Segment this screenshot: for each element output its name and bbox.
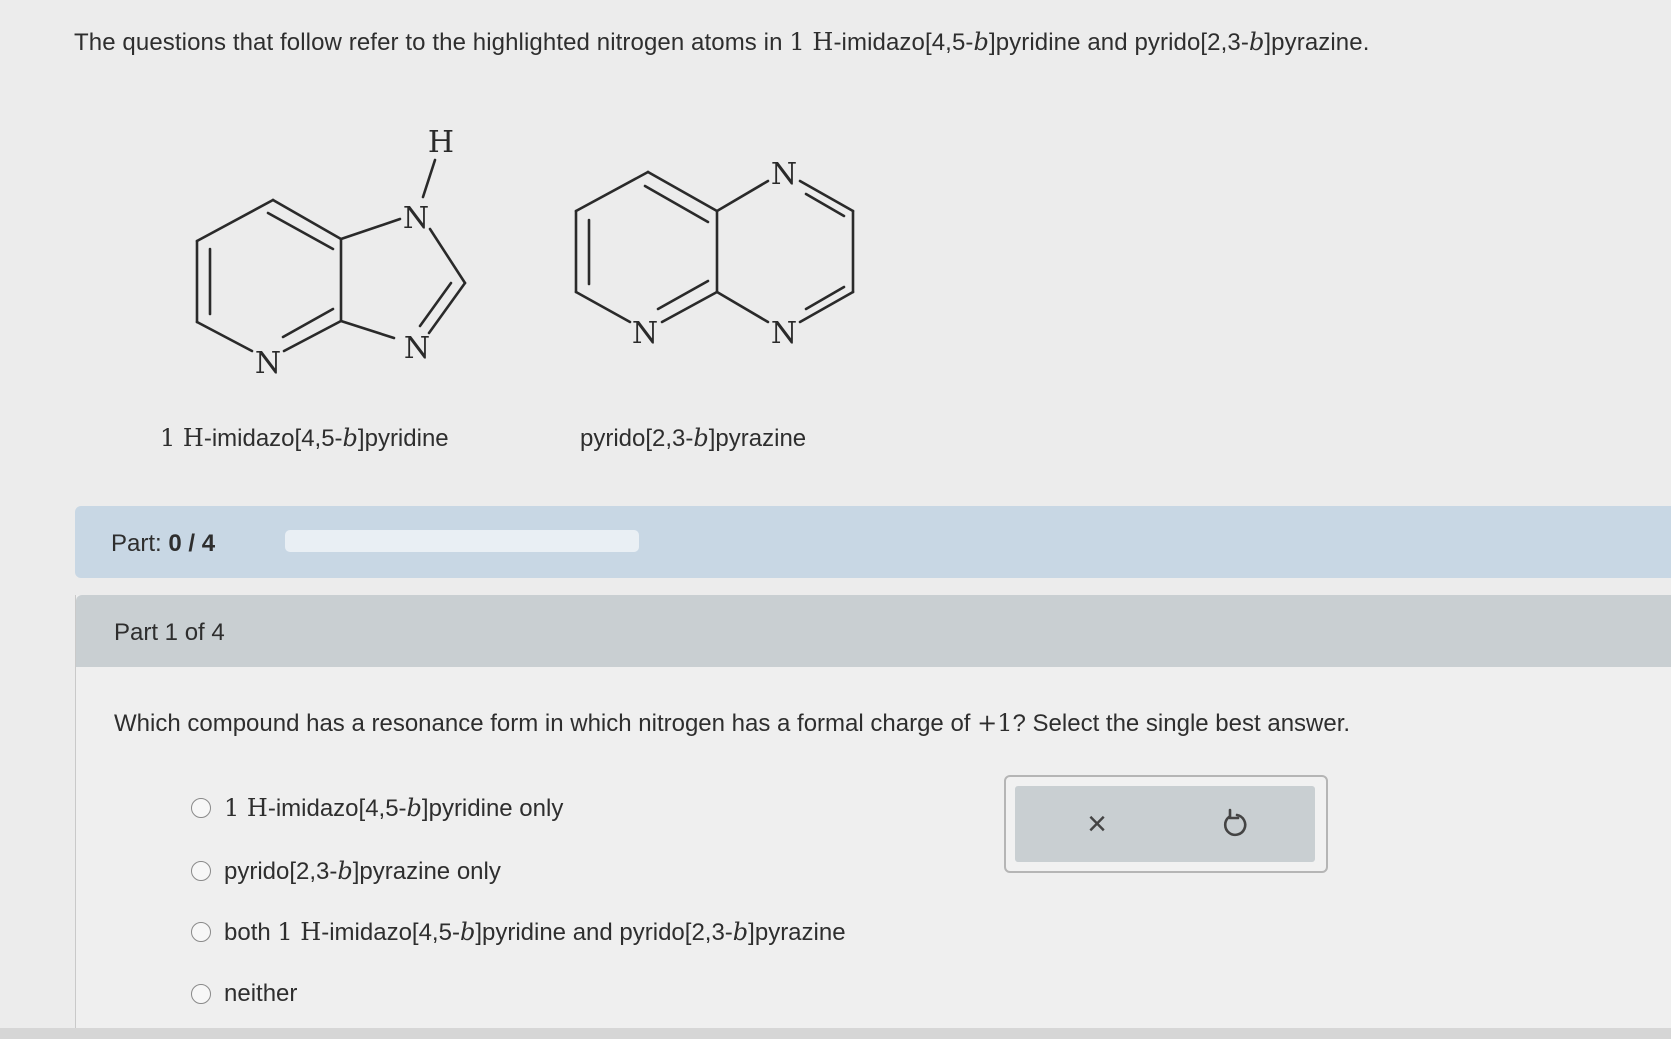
clear-button[interactable]: ×	[1077, 804, 1117, 844]
option-b: b	[459, 917, 476, 946]
bond	[281, 307, 335, 339]
name-mid: -imidazo[4,5-	[203, 425, 343, 452]
option-part: 1 H	[277, 917, 322, 946]
name-end: ]pyrazine	[708, 425, 807, 452]
molecule-name-pyridopyrazine: pyrido[2,3-b]pyrazine	[580, 424, 806, 453]
bond	[646, 170, 719, 213]
option-b: b	[732, 917, 749, 946]
atom-label-n1: N	[632, 316, 658, 351]
undo-icon	[1223, 808, 1247, 837]
part-header-label: Part 1 of 4	[114, 619, 225, 646]
option-pyridopyrazine-only[interactable]: pyrido[2,3-b]pyrazine only	[191, 853, 501, 889]
bond	[195, 198, 275, 243]
option-b: b	[406, 793, 422, 822]
bond	[339, 217, 402, 241]
option-part: ]pyrazine only	[352, 857, 501, 885]
name-prefix: 1 H	[160, 424, 204, 452]
option-part: ]pyrazine	[748, 918, 846, 946]
radio-button[interactable]	[191, 798, 211, 818]
imidazopyridine-structure	[195, 158, 467, 353]
question-suffix: ? Select the single best answer.	[1012, 710, 1351, 737]
name-mid: pyrido[2,3-	[580, 425, 694, 452]
bond	[643, 184, 710, 224]
atom-label-n4: N	[255, 346, 281, 381]
option-label: pyrido[2,3-b]pyrazine only	[224, 857, 501, 886]
bond	[804, 192, 846, 218]
radio-button[interactable]	[191, 861, 211, 881]
bond	[418, 281, 453, 328]
option-label: neither	[224, 980, 298, 1007]
bond	[715, 290, 770, 324]
radio-button[interactable]	[191, 984, 211, 1004]
close-icon: ×	[1087, 804, 1107, 843]
option-part: both	[224, 918, 278, 946]
option-part: -imidazo[4,5-	[321, 918, 460, 946]
question-prefix: Which compound has a resonance form in w…	[114, 710, 978, 737]
option-neither[interactable]: neither	[191, 976, 297, 1012]
bond	[656, 279, 710, 311]
atom-label-n8: N	[771, 316, 797, 351]
bond	[195, 320, 254, 353]
part-header: Part 1 of 4	[76, 595, 1671, 667]
name-b: b	[693, 424, 709, 452]
molecule-structures: H N N N N N N	[195, 125, 855, 381]
atom-label-n3: N	[404, 331, 430, 366]
part-progress-bar: Part: 0 / 4	[75, 506, 1671, 578]
radio-button[interactable]	[191, 922, 211, 942]
name-end: ]pyridine	[357, 425, 449, 452]
bond	[715, 179, 770, 213]
bond	[266, 211, 335, 251]
option-imidazopyridine-only[interactable]: 1 H-imidazo[4,5-b]pyridine only	[191, 790, 563, 826]
bond	[660, 290, 719, 324]
question-charge: +1	[977, 709, 1013, 737]
atom-label-n5: N	[771, 157, 797, 192]
atom-label-n1: N	[403, 201, 429, 236]
option-part: -imidazo[4,5-	[267, 794, 407, 822]
option-part: 1 H	[224, 793, 268, 822]
option-part: ]pyridine only	[421, 794, 564, 822]
option-part: pyrido[2,3-	[224, 857, 338, 885]
molecule-name-imidazopyridine: 1 H-imidazo[4,5-b]pyridine	[160, 424, 449, 453]
part-score-label: Part: 0 / 4	[111, 530, 215, 558]
bond	[804, 285, 846, 311]
option-label: 1 H-imidazo[4,5-b]pyridine only	[224, 794, 563, 823]
bond	[574, 290, 632, 324]
bond	[282, 319, 343, 353]
bond	[339, 319, 396, 340]
part-card: Part 1 of 4 Which compound has a resonan…	[75, 595, 1671, 1039]
bond	[428, 227, 467, 285]
option-part: ]pyridine and pyrido[2,3-	[475, 918, 733, 946]
pyridopyrazine-structure	[574, 170, 855, 324]
option-both[interactable]: both 1 H-imidazo[4,5-b]pyridine and pyri…	[191, 914, 846, 950]
action-box: ×	[1004, 775, 1328, 873]
undo-button[interactable]	[1215, 804, 1255, 844]
question-text: Which compound has a resonance form in w…	[114, 709, 1350, 738]
bottom-strip	[0, 1028, 1671, 1039]
option-label: both 1 H-imidazo[4,5-b]pyridine and pyri…	[224, 918, 846, 947]
option-b: b	[337, 856, 353, 885]
part-score: 0 / 4	[168, 530, 216, 557]
part-label-text: Part:	[111, 530, 162, 557]
name-b: b	[342, 424, 358, 452]
bond	[421, 158, 437, 199]
bond	[574, 170, 650, 213]
action-toolbar: ×	[1015, 786, 1315, 862]
atom-label-h: H	[428, 125, 454, 160]
progress-track	[285, 530, 639, 552]
